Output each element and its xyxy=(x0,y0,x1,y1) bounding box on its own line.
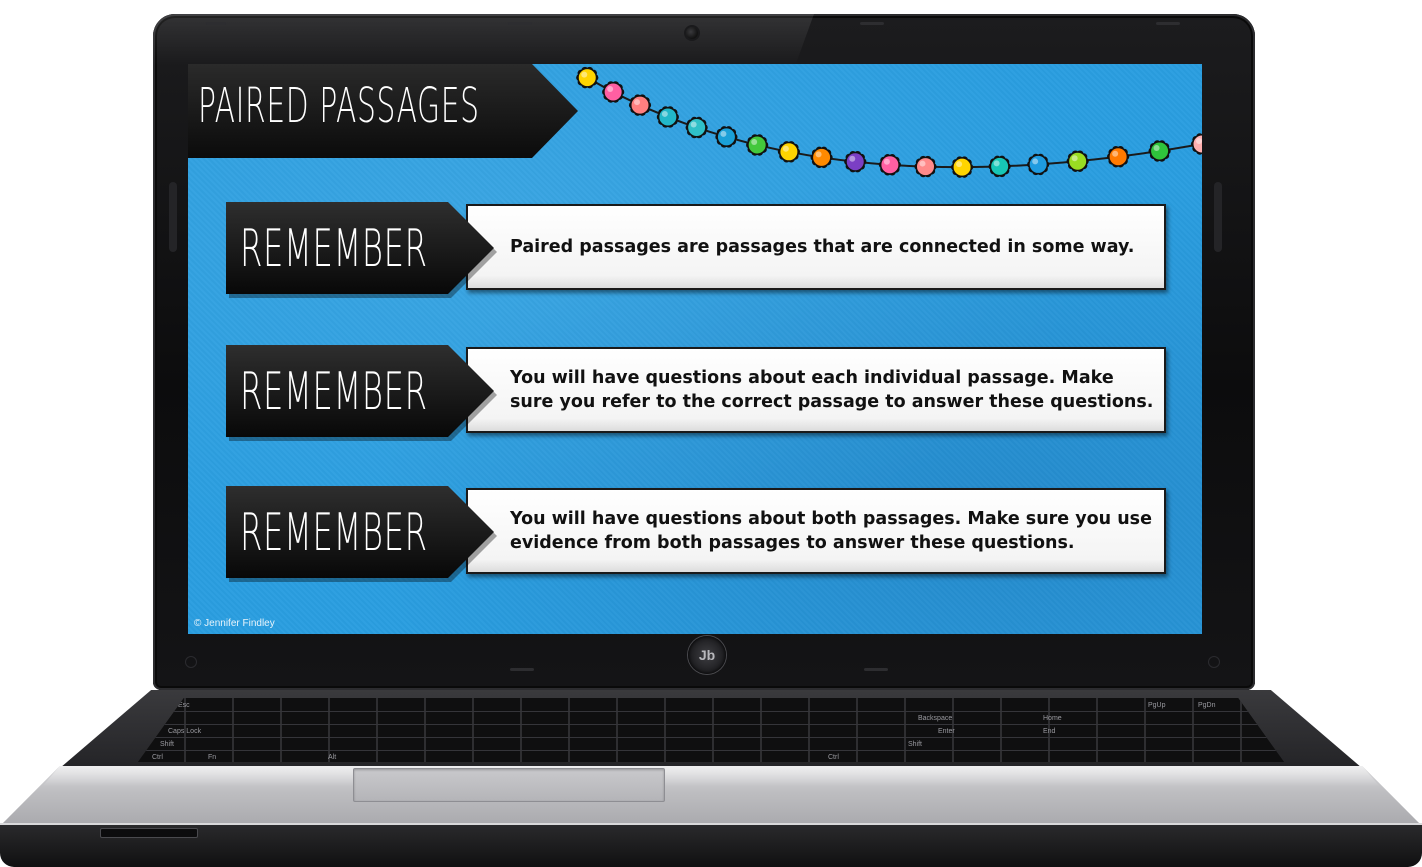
key-label: Caps Lock xyxy=(168,728,202,735)
card-slot xyxy=(100,828,198,838)
pompom-icon xyxy=(576,66,599,89)
pompom-icon xyxy=(914,155,937,178)
pompom-icon xyxy=(777,141,800,163)
slide-title: PAIRED PASSAGES xyxy=(198,78,480,134)
pompom-icon xyxy=(844,150,867,173)
lid-notch xyxy=(206,22,226,25)
key-label: End xyxy=(1043,728,1056,735)
title-banner: PAIRED PASSAGES xyxy=(188,64,578,158)
remember-box: You will have questions about both passa… xyxy=(466,488,1166,574)
remember-box: You will have questions about each indiv… xyxy=(466,347,1166,433)
laptop-base: Esc Caps Lock Shift Ctrl Fn Alt Backspac… xyxy=(0,690,1422,867)
bezel-screw-icon xyxy=(185,656,197,668)
key-label: Fn xyxy=(208,754,217,761)
remember-row: Paired passages are passages that are co… xyxy=(226,202,1166,298)
lid-notch xyxy=(860,22,884,25)
bezel-screw-icon xyxy=(1208,656,1220,668)
pompom-icon xyxy=(685,116,708,139)
laptop-front xyxy=(0,825,1422,867)
remember-tag-label: REMEMBER xyxy=(240,219,428,279)
pompom-icon xyxy=(1066,150,1089,172)
remember-text: You will have questions about both passa… xyxy=(510,509,1152,553)
lid-notch xyxy=(864,668,888,671)
remember-row: You will have questions about both passa… xyxy=(226,486,1166,582)
key-label: Shift xyxy=(908,741,923,748)
key-label: Shift xyxy=(160,741,175,748)
brand-logo-icon: Jb xyxy=(688,636,726,674)
copyright-text: © Jennifer Findley xyxy=(194,618,275,629)
pompom-icon xyxy=(1148,140,1171,162)
touchpad[interactable] xyxy=(353,768,665,802)
key-label: Alt xyxy=(328,754,337,761)
remember-text: Paired passages are passages that are co… xyxy=(510,237,1135,257)
key-label: Ctrl xyxy=(152,754,163,761)
remember-tag-label: REMEMBER xyxy=(240,362,428,422)
key-label: Backspace xyxy=(918,715,953,722)
pompom-icon xyxy=(628,94,652,116)
pompom-icon xyxy=(988,155,1011,178)
pompom-icon xyxy=(1190,133,1202,155)
remember-row: You will have questions about each indiv… xyxy=(226,345,1166,441)
pompom-icon xyxy=(1027,153,1050,176)
remember-tag-label: REMEMBER xyxy=(240,503,428,563)
webcam-icon xyxy=(686,27,698,39)
pompom-icon xyxy=(746,134,769,156)
lid-notch xyxy=(1156,22,1180,25)
key-label: PgUp xyxy=(1148,702,1166,709)
pompom-icon xyxy=(1107,145,1130,168)
pompom-icon xyxy=(602,81,625,103)
key-label: Home xyxy=(1043,715,1062,722)
hinge-bump xyxy=(1214,182,1222,252)
key-label: PgDn xyxy=(1198,702,1216,709)
pompom-icon xyxy=(810,146,833,169)
slide-screen: PAIRED PASSAGES Paired passages are pass… xyxy=(188,64,1202,634)
remember-tag: REMEMBER xyxy=(226,202,494,294)
remember-tag: REMEMBER xyxy=(226,486,494,578)
remember-text: You will have questions about each indiv… xyxy=(510,368,1154,412)
key-label: Ctrl xyxy=(828,754,839,761)
pompom-icon xyxy=(656,106,679,128)
key-label: Enter xyxy=(938,728,955,735)
keyboard: Esc Caps Lock Shift Ctrl Fn Alt Backspac… xyxy=(138,698,1284,762)
lid-gloss xyxy=(134,14,815,66)
remember-tag: REMEMBER xyxy=(226,345,494,437)
lid-notch xyxy=(508,22,532,25)
pompom-icon xyxy=(878,154,901,176)
pompom-icon xyxy=(950,156,974,178)
pompom-icon xyxy=(715,126,738,148)
remember-box: Paired passages are passages that are co… xyxy=(466,204,1166,290)
lid-notch xyxy=(510,668,534,671)
hinge-bump xyxy=(169,182,177,252)
